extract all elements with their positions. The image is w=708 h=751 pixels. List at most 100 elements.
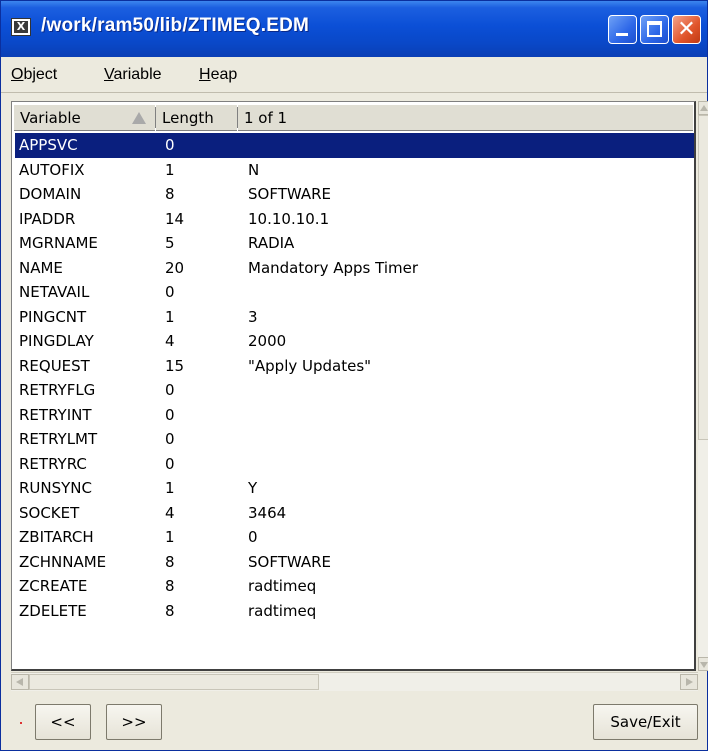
cell-variable: IPADDR (19, 209, 76, 228)
cell-length: 20 (165, 258, 185, 277)
close-button[interactable]: ✕ (672, 15, 701, 44)
minimize-icon (616, 33, 628, 36)
column-header-length[interactable]: Length (156, 104, 238, 131)
table-row[interactable]: RETRYRC 0 (15, 452, 694, 477)
column-header-data[interactable]: 1 of 1 (238, 104, 693, 131)
cell-variable: ZBITARCH (19, 528, 94, 546)
cell-data: radtimeq (248, 601, 317, 620)
cell-length: 8 (165, 577, 175, 595)
cell-length: 1 (165, 160, 175, 179)
scroll-down-arrow-icon[interactable] (698, 657, 708, 671)
menu-heap-mnemonic: H (199, 66, 211, 83)
table-row[interactable]: NAME 20 Mandatory Apps Timer (15, 256, 694, 281)
cell-variable: RETRYINT (19, 405, 92, 424)
cell-length: 15 (165, 356, 185, 375)
table-row[interactable]: AUTOFIX 1 N (15, 158, 694, 183)
cell-data: 3464 (248, 503, 287, 522)
table-row[interactable]: RETRYLMT 0 (15, 427, 694, 452)
variable-table: Variable Length 1 of 1 APPSVC 0 AUTOFIX 1 N D… (11, 101, 696, 671)
cell-length: 4 (165, 503, 175, 522)
table-row[interactable]: REQUEST 15 "Apply Updates" (15, 354, 694, 379)
editor-window: X /work/ram50/lib/ZTIMEQ.EDM ✕ Object Va… (0, 0, 708, 751)
previous-button[interactable]: << (35, 704, 91, 740)
menu-object-label: bject (23, 66, 58, 83)
table-row[interactable]: ZBITARCH 1 0 (15, 525, 694, 550)
cell-variable: AUTOFIX (19, 160, 85, 179)
app-icon-glyph: X (14, 21, 28, 33)
cell-variable: APPSVC (19, 136, 78, 154)
cell-data: 10.10.10.1 (248, 209, 330, 228)
table-row[interactable]: RETRYFLG 0 (15, 378, 694, 403)
minimize-button[interactable] (608, 15, 637, 44)
cell-variable: ZCHNNAME (19, 552, 107, 571)
cell-data: 3 (248, 307, 258, 326)
window-title: /work/ram50/lib/ZTIMEQ.EDM (41, 15, 310, 36)
cell-variable: RETRYLMT (19, 430, 98, 448)
table-row[interactable]: SOCKET 4 3464 (15, 501, 694, 526)
close-icon: ✕ (677, 17, 696, 42)
cell-length: 1 (165, 479, 175, 497)
table-row[interactable]: NETAVAIL 0 (15, 280, 694, 305)
cell-length: 8 (165, 601, 175, 620)
cell-variable: NETAVAIL (19, 283, 90, 301)
vertical-scroll-thumb[interactable] (698, 115, 708, 440)
horizontal-scrollbar[interactable] (11, 672, 698, 691)
column-header-variable[interactable]: Variable (14, 104, 156, 131)
cell-data: SOFTWARE (248, 552, 332, 571)
table-row[interactable]: RUNSYNC 1 Y (15, 476, 694, 501)
maximize-button[interactable] (640, 15, 669, 44)
table-row[interactable]: ZDELETE 8 radtimeq (15, 599, 694, 624)
scroll-up-arrow-icon[interactable] (698, 101, 708, 115)
cell-data: 2000 (248, 332, 287, 350)
app-icon[interactable]: X (11, 18, 31, 36)
next-button[interactable]: >> (106, 704, 162, 740)
cell-length: 0 (165, 454, 175, 473)
table-row[interactable]: PINGCNT 1 3 (15, 305, 694, 330)
cell-variable: REQUEST (19, 356, 90, 375)
vertical-scrollbar[interactable] (698, 101, 708, 671)
table-row[interactable]: APPSVC 0 (15, 133, 694, 158)
title-bar[interactable]: X /work/ram50/lib/ZTIMEQ.EDM ✕ (1, 1, 707, 57)
cell-length: 0 (165, 405, 175, 424)
scroll-left-arrow-icon[interactable] (11, 674, 29, 690)
cell-variable: RETRYRC (19, 454, 87, 473)
sort-ascending-icon (132, 112, 146, 124)
column-header-data-label: 1 of 1 (244, 109, 288, 127)
menu-bar: Object Variable Heap (1, 58, 707, 93)
table-row[interactable]: PINGDLAY 4 2000 (15, 329, 694, 354)
table-row[interactable]: RETRYINT 0 (15, 403, 694, 428)
column-header-variable-label: Variable (20, 109, 81, 127)
cell-variable: DOMAIN (19, 185, 82, 203)
table-row[interactable]: ZCREATE 8 radtimeq (15, 574, 694, 599)
horizontal-scroll-thumb[interactable] (29, 674, 319, 690)
cell-variable: PINGCNT (19, 307, 87, 326)
cell-length: 0 (165, 136, 175, 154)
cell-variable: ZDELETE (19, 601, 87, 620)
cell-length: 0 (165, 381, 175, 399)
cell-variable: RUNSYNC (19, 479, 93, 497)
table-row[interactable]: ZCHNNAME 8 SOFTWARE (15, 550, 694, 575)
cell-data: SOFTWARE (248, 185, 332, 203)
cell-data: Y (248, 479, 258, 497)
save-exit-button[interactable]: Save/Exit (593, 704, 698, 740)
scroll-right-arrow-icon[interactable] (680, 674, 698, 690)
cell-data: radtimeq (248, 577, 317, 595)
cell-length: 4 (165, 332, 175, 350)
menu-heap[interactable]: Heap (199, 66, 237, 84)
table-row[interactable]: MGRNAME 5 RADIA (15, 231, 694, 256)
cell-length: 8 (165, 552, 175, 571)
cell-length: 0 (165, 430, 175, 448)
table-row[interactable]: DOMAIN 8 SOFTWARE (15, 182, 694, 207)
menu-object-mnemonic: O (11, 66, 24, 83)
table-row[interactable]: IPADDR 14 10.10.10.1 (15, 207, 694, 232)
cell-variable: PINGDLAY (19, 332, 94, 350)
menu-object[interactable]: Object (11, 66, 57, 84)
menu-variable[interactable]: Variable (104, 66, 162, 84)
cell-length: 8 (165, 185, 175, 203)
status-dot (20, 722, 22, 724)
maximize-icon (647, 21, 662, 37)
cell-variable: NAME (19, 258, 63, 277)
cell-length: 0 (165, 283, 175, 301)
cell-variable: RETRYFLG (19, 381, 96, 399)
table-body: APPSVC 0 AUTOFIX 1 N DOMAIN 8 SOFTWARE IPADDR 14 1… (15, 133, 694, 623)
